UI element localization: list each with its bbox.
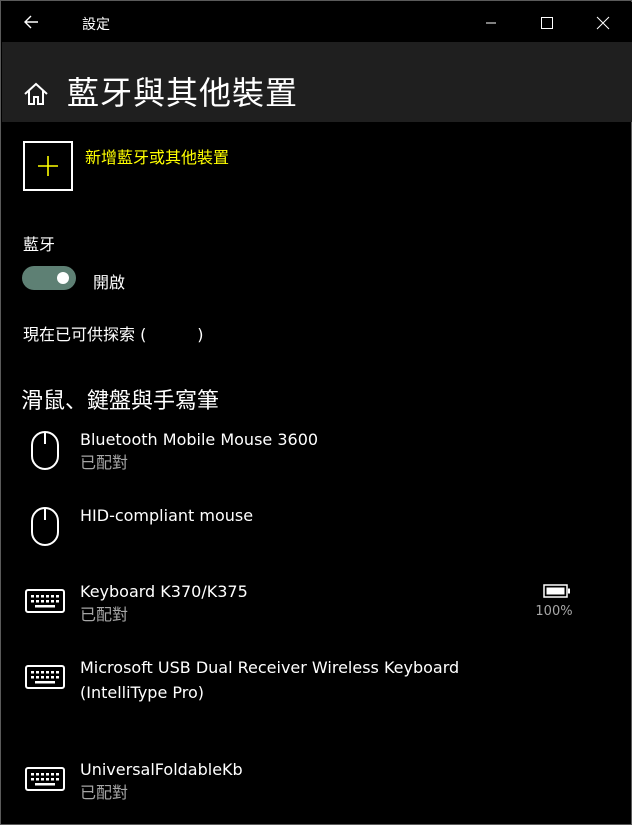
minimize-button[interactable] bbox=[468, 8, 514, 38]
device-name: HID-compliant mouse bbox=[80, 506, 254, 525]
keyboard-icon bbox=[25, 767, 65, 791]
keyboard-icon bbox=[25, 589, 65, 613]
mouse-icon bbox=[31, 431, 59, 470]
maximize-icon bbox=[541, 17, 553, 29]
home-button[interactable] bbox=[22, 80, 50, 108]
add-device-button[interactable] bbox=[23, 141, 73, 191]
plus-icon bbox=[38, 156, 58, 176]
device-name: Keyboard K370/K375 bbox=[80, 582, 248, 601]
home-icon bbox=[24, 82, 48, 105]
back-button[interactable] bbox=[16, 10, 46, 36]
device-name: UniversalFoldableKb bbox=[80, 760, 243, 779]
device-item[interactable]: Microsoft USB Dual Receiver Wireless Key… bbox=[1, 653, 632, 743]
bluetooth-toggle-label: 開啟 bbox=[93, 273, 126, 292]
title-bar: 設定 bbox=[2, 2, 632, 42]
battery-percentage: 100% bbox=[535, 604, 573, 619]
settings-window: 設定 藍牙與其他裝置 新增藍牙或其他裝置 藍牙 開啟 現在已可供探索 () 滑… bbox=[0, 0, 632, 825]
page-title: 藍牙與其他裝置 bbox=[67, 74, 299, 112]
device-name: Bluetooth Mobile Mouse 3600 bbox=[80, 430, 319, 449]
page-header: 藍牙與其他裝置 bbox=[2, 42, 632, 122]
discoverable-text: 現在已可供探索 ( ) bbox=[23, 325, 204, 344]
back-arrow-icon bbox=[24, 15, 38, 29]
keyboard-icon bbox=[25, 665, 65, 689]
toggle-knob bbox=[57, 272, 69, 284]
device-item[interactable]: HID-compliant mouse bbox=[1, 501, 632, 551]
mouse-icon bbox=[31, 507, 59, 546]
device-name-line2: (IntelliType Pro) bbox=[80, 683, 205, 702]
device-item[interactable]: Bluetooth Mobile Mouse 3600 已配對 bbox=[1, 425, 632, 485]
add-device-link[interactable]: 新增藍牙或其他裝置 bbox=[85, 144, 229, 168]
battery-icon bbox=[543, 584, 570, 598]
device-status: 已配對 bbox=[80, 453, 129, 472]
device-item[interactable]: Keyboard K370/K375 已配對 100% bbox=[1, 577, 632, 637]
bluetooth-toggle[interactable] bbox=[22, 266, 76, 290]
device-group-title: 滑鼠、鍵盤與手寫筆 bbox=[21, 389, 220, 414]
close-icon bbox=[596, 16, 610, 30]
window-title: 設定 bbox=[82, 17, 110, 33]
device-status: 已配對 bbox=[80, 783, 129, 802]
minimize-icon bbox=[486, 22, 496, 24]
close-button[interactable] bbox=[580, 8, 626, 38]
device-name: Microsoft USB Dual Receiver Wireless Key… bbox=[80, 658, 460, 677]
device-status: 已配對 bbox=[80, 605, 129, 624]
maximize-button[interactable] bbox=[524, 8, 570, 38]
bluetooth-section-label: 藍牙 bbox=[23, 235, 56, 254]
device-item[interactable]: UniversalFoldableKb 已配對 bbox=[1, 755, 632, 815]
